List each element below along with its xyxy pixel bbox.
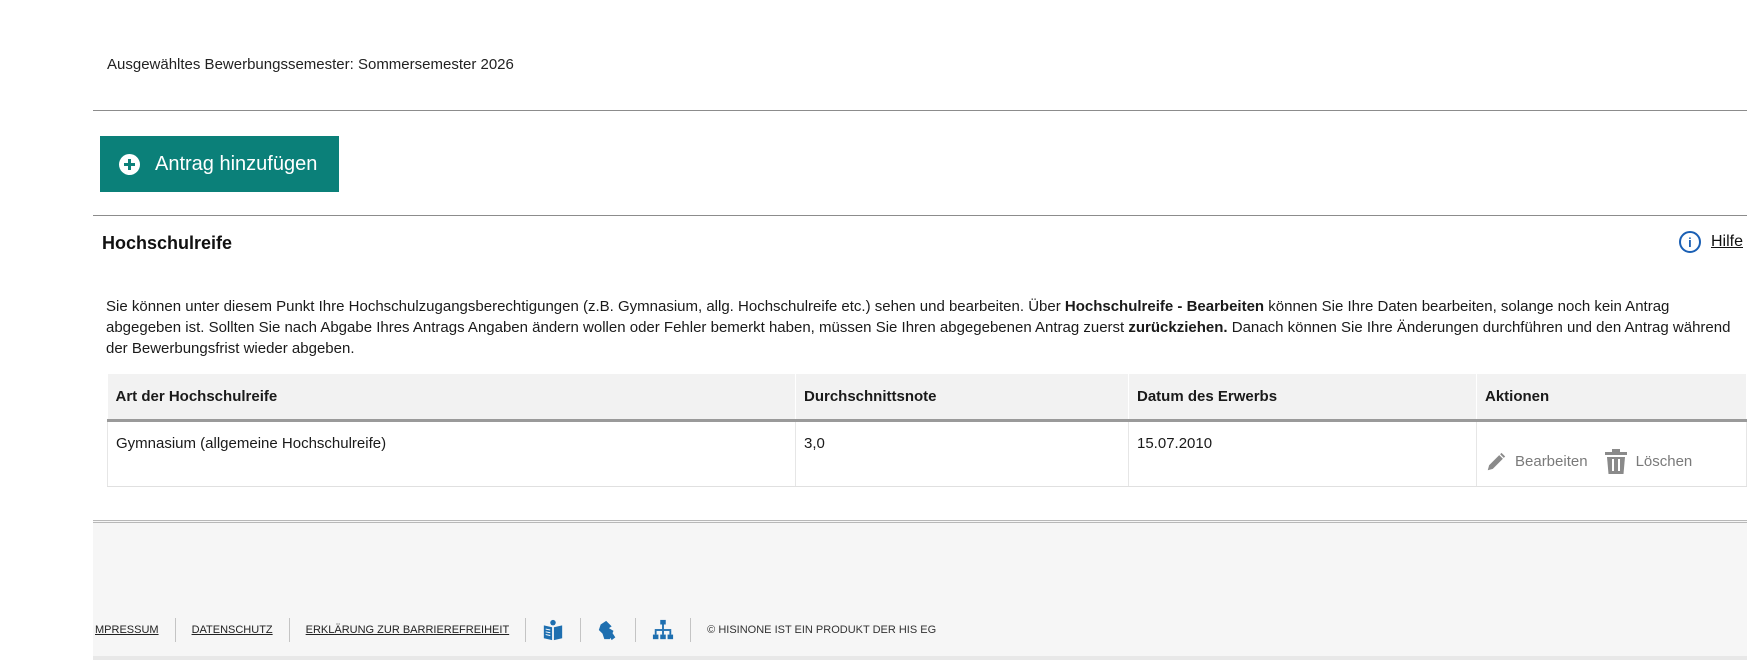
divider [580,618,582,642]
cell-actions: Bearbeiten Löschen [1476,420,1747,487]
footer-bottom-bar [93,656,1747,660]
qualification-table: Art der Hochschulreife Durchschnittsnote… [107,374,1747,487]
footer-link-privacy[interactable]: DATENSCHUTZ [192,624,273,636]
table-row: Gymnasium (allgemeine Hochschulreife) 3,… [107,420,1747,487]
help-link[interactable]: i Hilfe [1678,231,1747,253]
add-application-button[interactable]: Antrag hinzufügen [100,136,339,192]
sitemap-icon[interactable] [652,619,674,641]
divider [93,110,1747,111]
column-header-actions: Aktionen [1476,374,1747,422]
cell-note: 3,0 [795,420,1129,487]
desc-bold-edit: Hochschulreife - Bearbeiten [1064,298,1265,315]
divider [690,618,692,642]
semester-value: Sommersemester 2026 [357,56,514,73]
delete-button[interactable]: Löschen [1604,448,1693,475]
footer-links: MPRESSUM DATENSCHUTZ ERKLÄRUNG ZUR BARRI… [95,618,936,642]
pencil-icon [1487,452,1506,470]
desc-text: Sie können unter diesem Punkt Ihre Hochs… [106,298,1065,315]
edit-label: Bearbeiten [1515,453,1588,470]
info-circle-icon: i [1678,231,1701,253]
help-link-label[interactable]: Hilfe [1711,233,1743,251]
divider [525,618,527,642]
trash-icon [1604,448,1627,474]
divider [93,215,1747,216]
footer-link-accessibility[interactable]: ERKLÄRUNG ZUR BARRIEREFREIHEIT [306,624,510,636]
desc-bold-withdraw: zurückziehen. [1128,319,1228,336]
divider [635,618,637,642]
column-header-art: Art der Hochschulreife [107,374,796,422]
cell-art: Gymnasium (allgemeine Hochschulreife) [107,420,796,487]
copyright: © HISINONE IST EIN PRODUKT DER HIS EG [707,624,937,636]
column-header-note: Durchschnittsnote [795,374,1129,422]
semester-info: Ausgewähltes Bewerbungssemester: Sommers… [107,56,514,73]
cell-datum: 15.07.2010 [1128,420,1477,487]
table-header-row: Art der Hochschulreife Durchschnittsnote… [107,374,1747,422]
easy-language-book-icon[interactable] [542,619,564,641]
section-description: Sie können unter diesem Punkt Ihre Hochs… [106,296,1747,359]
delete-label: Löschen [1635,453,1693,470]
divider [288,618,290,642]
divider [174,618,176,642]
plus-circle-icon [119,153,140,175]
section-title: Hochschulreife [102,233,233,253]
sign-language-icon[interactable] [597,619,619,641]
semester-label: Ausgewähltes Bewerbungssemester: [107,56,354,73]
column-header-datum: Datum des Erwerbs [1128,374,1477,422]
footer-link-imprint[interactable]: MPRESSUM [95,624,159,636]
edit-button[interactable]: Bearbeiten [1485,451,1588,473]
add-application-label: Antrag hinzufügen [155,152,318,175]
